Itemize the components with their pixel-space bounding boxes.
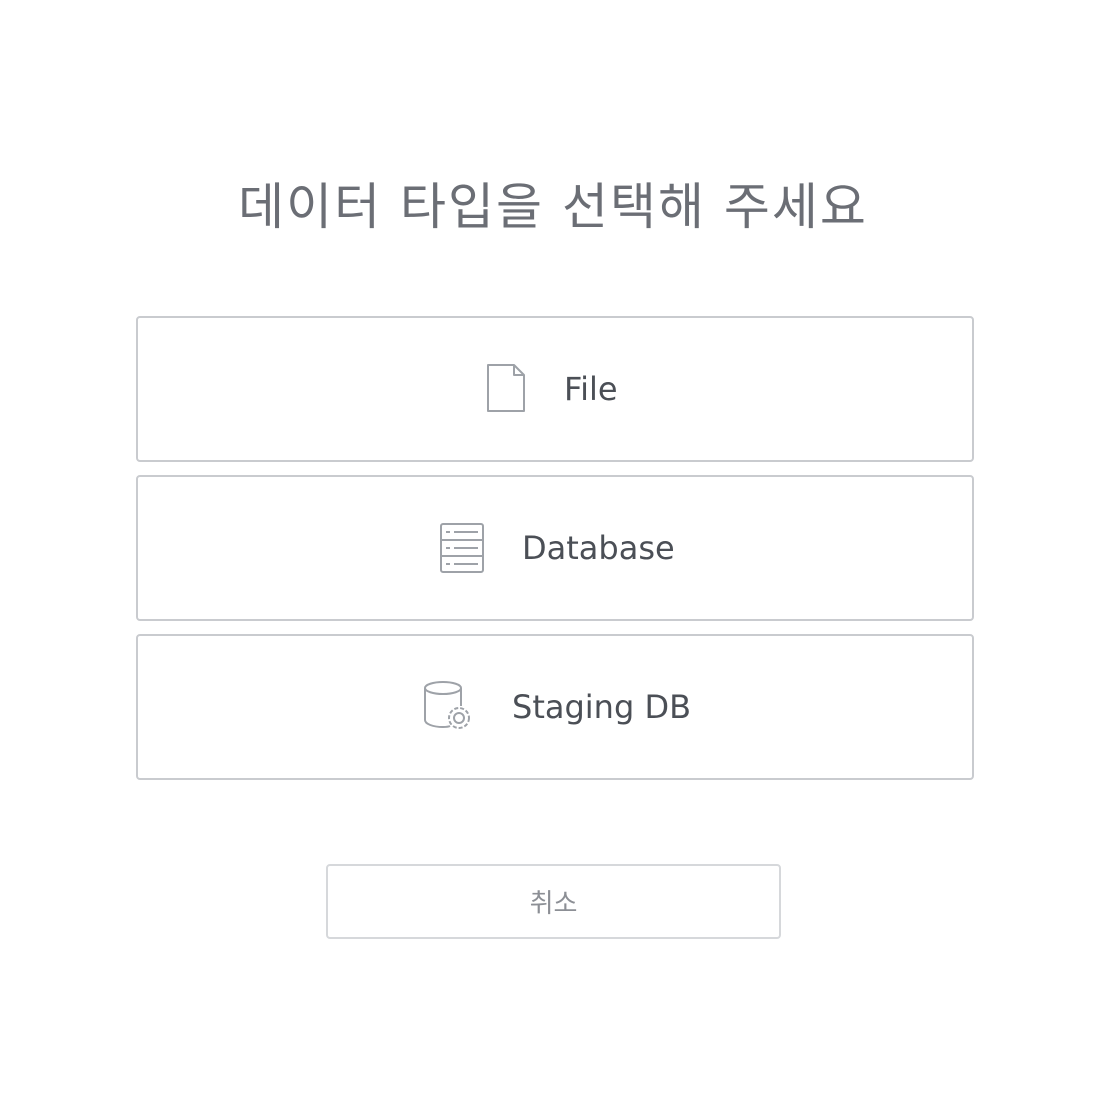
option-file-label: File — [564, 370, 618, 408]
option-database[interactable]: Database — [136, 475, 974, 621]
cancel-button[interactable]: 취소 — [326, 864, 781, 939]
option-staging-db[interactable]: Staging DB — [136, 634, 974, 780]
dialog-title: 데이터 타입을 선택해 주세요 — [238, 178, 868, 236]
option-staging-db-label: Staging DB — [512, 688, 692, 726]
option-file[interactable]: File — [136, 316, 974, 462]
option-database-label: Database — [522, 529, 675, 567]
cancel-button-label: 취소 — [529, 889, 578, 919]
database-server-icon — [438, 522, 486, 574]
file-icon — [484, 363, 528, 415]
staging-db-icon — [422, 680, 476, 734]
